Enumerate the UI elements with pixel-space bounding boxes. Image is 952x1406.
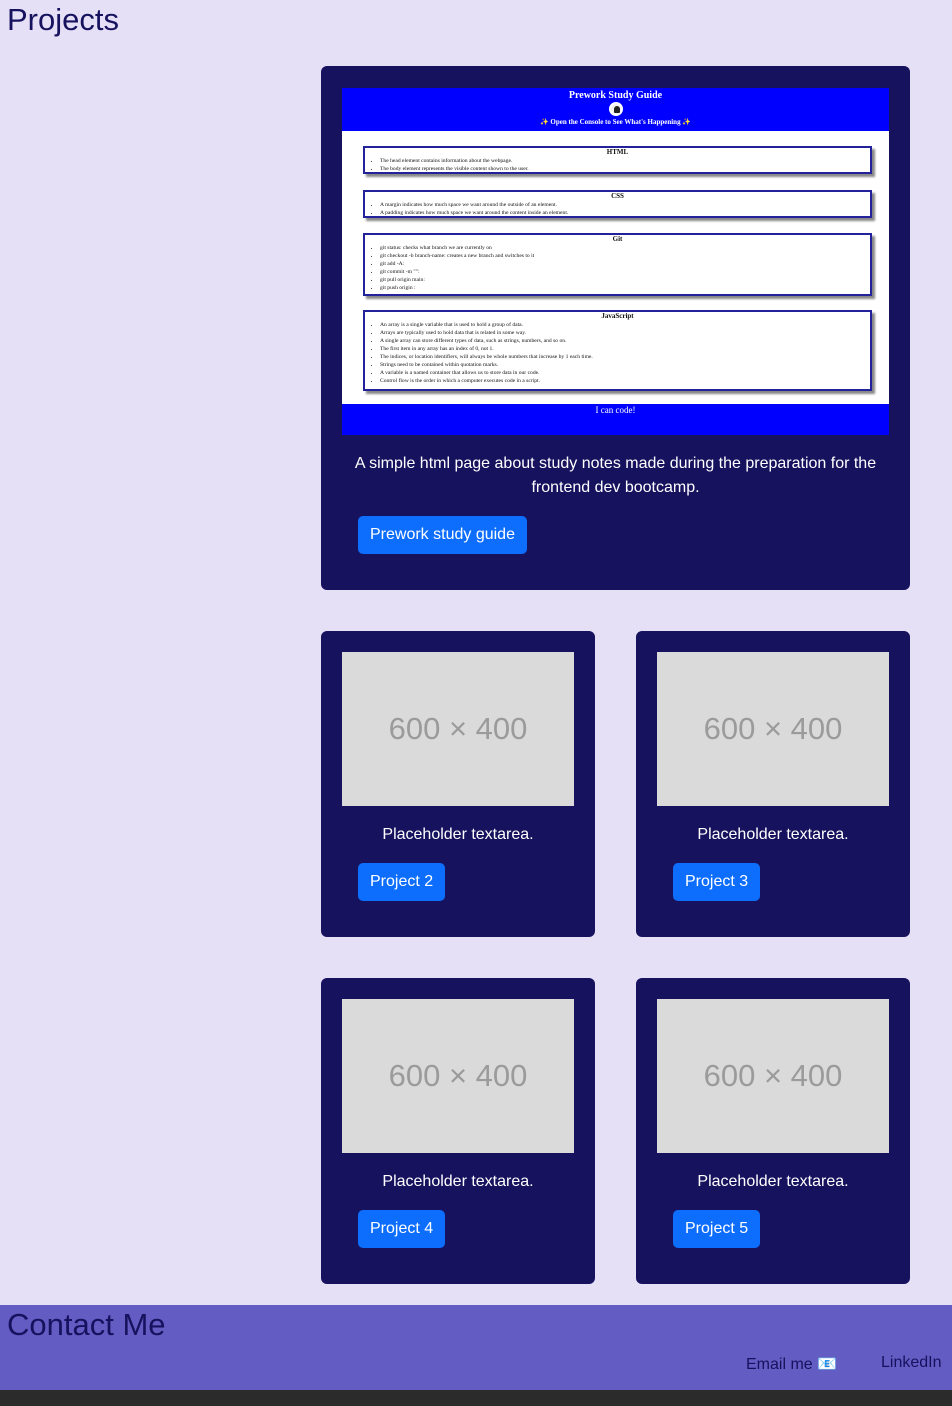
section-item: git status: checks what branch we are cu… (380, 244, 870, 252)
project-3-button[interactable]: Project 3 (673, 863, 761, 901)
section-heading: CSS (611, 192, 624, 200)
prework-guide-screenshot: Prework Study Guide ✨ Open the Console t… (342, 88, 889, 435)
screenshot-title: Prework Study Guide (568, 90, 663, 101)
project-card: 600 × 400 Placeholder textarea. Project … (636, 631, 910, 937)
project-4-button[interactable]: Project 4 (358, 1210, 446, 1248)
section-item: A padding indicates how much space we wa… (380, 209, 870, 217)
project-card: 600 × 400 Placeholder textarea. Project … (636, 978, 910, 1284)
section-item: Arrays are typically used to hold data t… (380, 329, 870, 337)
section-item: Strings need to be contained within quot… (380, 361, 870, 369)
section-heading: Git (612, 235, 623, 243)
email-link[interactable]: Email me 📧 (746, 1354, 837, 1374)
projects-title: Projects (7, 2, 119, 37)
project-image-placeholder: 600 × 400 (342, 652, 574, 806)
avatar-icon (608, 102, 623, 116)
section-item: git commit -m "": (380, 268, 870, 276)
featured-project-card: Prework Study Guide ✨ Open the Console t… (321, 66, 910, 590)
section-item: The first item in any array has an index… (380, 345, 870, 353)
project-2-button[interactable]: Project 2 (358, 863, 446, 901)
screenshot-subtitle: ✨ Open the Console to See What's Happeni… (539, 118, 692, 126)
screenshot-section-git: Git git status: checks what branch we ar… (363, 233, 872, 296)
section-item: The head element contains information ab… (380, 157, 870, 165)
section-item: git add -A: (380, 260, 870, 268)
project-description: Placeholder textarea. (382, 1173, 534, 1190)
section-item: A margin indicates how much space we wan… (380, 201, 870, 209)
section-item: A variable is a named container that all… (380, 369, 870, 377)
section-item: git checkout -b branch-name: creates a n… (380, 252, 870, 260)
section-item: The indices, or location identifiers, wi… (380, 353, 870, 361)
screenshot-section-css: CSS A margin indicates how much space we… (363, 190, 872, 218)
section-item: git pull origin main: (380, 276, 870, 284)
section-item: git push origin : (380, 284, 870, 292)
section-heading: HTML (606, 148, 629, 156)
project-description: Placeholder textarea. (697, 826, 849, 843)
screenshot-header: Prework Study Guide ✨ Open the Console t… (342, 88, 889, 131)
linkedin-link[interactable]: LinkedIn (881, 1354, 942, 1372)
project-image-placeholder: 600 × 400 (657, 999, 889, 1153)
section-heading: JavaScript (601, 312, 634, 320)
section-item: The body element represents the visible … (380, 165, 870, 173)
project-description: Placeholder textarea. (697, 1173, 849, 1190)
bottom-bar (0, 1390, 952, 1406)
project-card: 600 × 400 Placeholder textarea. Project … (321, 631, 595, 937)
project-image-placeholder: 600 × 400 (342, 999, 574, 1153)
screenshot-section-javascript: JavaScript An array is a single variable… (363, 310, 872, 391)
project-5-button[interactable]: Project 5 (673, 1210, 761, 1248)
project-image-placeholder: 600 × 400 (657, 652, 889, 806)
contact-title: Contact Me (7, 1307, 166, 1342)
section-item: An array is a single variable that is us… (380, 321, 870, 329)
section-item: Control flow is the order in which a com… (380, 377, 870, 385)
featured-project-description: A simple html page about study notes mad… (354, 455, 877, 496)
prework-study-guide-button[interactable]: Prework study guide (358, 516, 527, 554)
section-item: A single array can store different types… (380, 337, 870, 345)
project-description: Placeholder textarea. (382, 826, 534, 843)
project-card: 600 × 400 Placeholder textarea. Project … (321, 978, 595, 1284)
screenshot-section-html: HTML The head element contains informati… (363, 146, 872, 174)
screenshot-footer: I can code! (342, 404, 889, 435)
contact-section: Contact Me Email me 📧 LinkedIn (0, 1305, 952, 1390)
